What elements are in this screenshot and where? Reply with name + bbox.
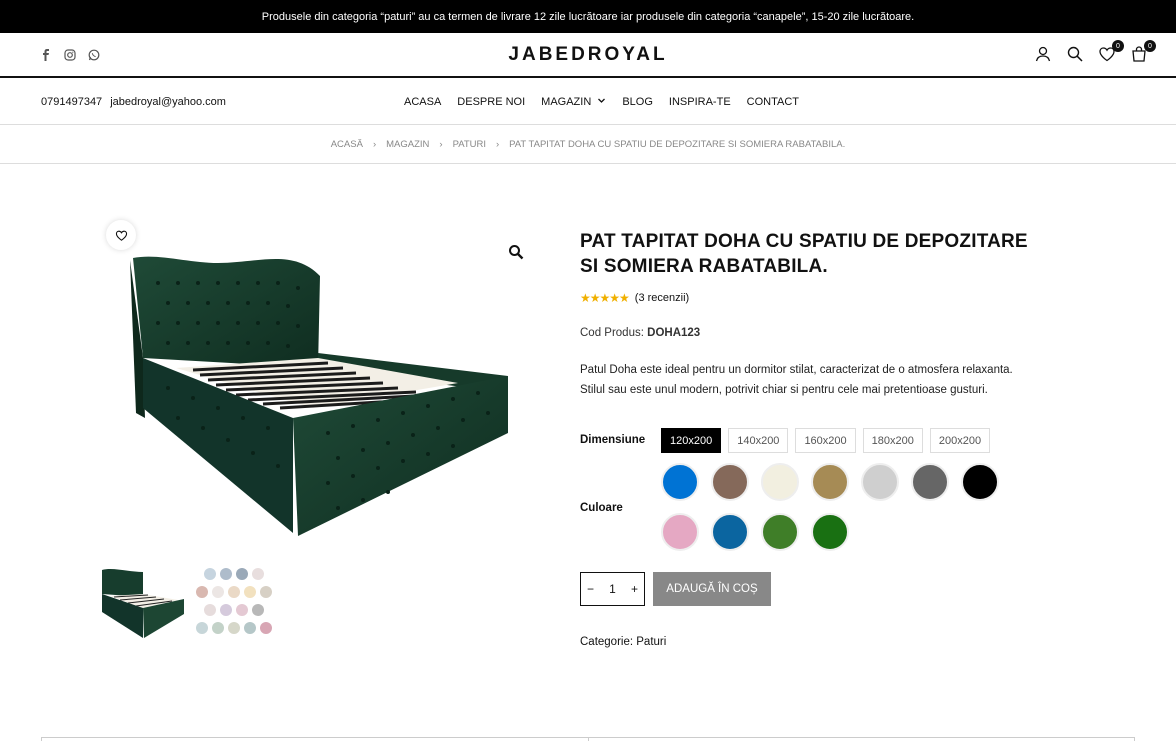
- size-option[interactable]: 120x200: [661, 428, 722, 453]
- size-option[interactable]: 160x200: [795, 428, 856, 453]
- increase-quantity-button[interactable]: +: [631, 582, 638, 596]
- breadcrumb-category[interactable]: PATURI: [453, 139, 486, 150]
- color-swatch[interactable]: [661, 513, 699, 551]
- color-swatch[interactable]: [761, 513, 799, 551]
- site-logo[interactable]: JABEDROYAL: [0, 44, 1176, 66]
- color-options: [661, 463, 1011, 551]
- chevron-right-icon: ›: [496, 138, 500, 150]
- cart-count-badge: 0: [1144, 40, 1156, 52]
- sku-label: Cod Produs:: [580, 327, 644, 340]
- color-swatch[interactable]: [711, 513, 749, 551]
- breadcrumb-current: PAT TAPITAT DOHA CU SPATIU DE DEPOZITARE…: [509, 138, 846, 150]
- product-description: Patul Doha este ideal pentru un dormitor…: [580, 364, 1013, 396]
- sku-value: DOHA123: [647, 327, 701, 340]
- color-swatch[interactable]: [961, 463, 999, 501]
- quantity-value[interactable]: 1: [609, 582, 616, 596]
- product-rating: ★★★★★ (3 recenzii): [580, 291, 1040, 305]
- color-swatch[interactable]: [811, 513, 849, 551]
- menu-item-about[interactable]: DESPRE NOI: [457, 96, 525, 108]
- size-option[interactable]: 140x200: [728, 428, 789, 453]
- chevron-right-icon: ›: [372, 138, 377, 150]
- breadcrumb: ACASĂ › MAGAZIN › PATURI › PAT TAPITAT D…: [0, 125, 1176, 164]
- wishlist-icon[interactable]: 0: [1098, 40, 1124, 63]
- reviews-link[interactable]: (3 recenzii): [635, 292, 689, 304]
- add-to-cart-row: − 1 + ADAUGĂ ÎN COȘ: [580, 572, 771, 606]
- menu-item-home[interactable]: ACASA: [404, 96, 441, 108]
- category-link[interactable]: Paturi: [636, 636, 666, 648]
- color-swatch[interactable]: [711, 463, 749, 501]
- email-link[interactable]: jabedroyal@yahoo.com: [110, 96, 226, 108]
- menu-item-blog[interactable]: BLOG: [622, 96, 653, 108]
- product-main-image[interactable]: [98, 218, 538, 548]
- size-option[interactable]: 200x200: [929, 428, 991, 453]
- color-swatch[interactable]: [811, 463, 849, 501]
- main-nav: 0791497347 jabedroyal@yahoo.com ACASA DE…: [0, 80, 1176, 125]
- header-icons: 0 0: [1034, 40, 1156, 63]
- quantity-stepper: − 1 +: [580, 572, 645, 606]
- menu: ACASA DESPRE NOI MAGAZIN BLOG INSPIRA-TE…: [404, 96, 799, 108]
- announcement-bar: Produsele din categoria “paturi” au ca t…: [0, 0, 1176, 33]
- contact-info: 0791497347 jabedroyal@yahoo.com: [41, 96, 226, 108]
- thumbnail-bed[interactable]: [98, 562, 184, 640]
- wishlist-count-badge: 0: [1112, 40, 1124, 52]
- color-label: Culoare: [580, 502, 623, 514]
- size-options: 120x200 140x200 160x200 180x200 200x200: [661, 428, 991, 453]
- zoom-icon[interactable]: [508, 244, 524, 260]
- product-tabs: [41, 737, 1135, 741]
- color-swatch[interactable]: [911, 463, 949, 501]
- cart-icon[interactable]: 0: [1130, 40, 1156, 63]
- breadcrumb-shop[interactable]: MAGAZIN: [386, 139, 429, 150]
- product-title: PAT TAPITAT DOHA CU SPATIU DE DEPOZITARE…: [580, 231, 1028, 277]
- search-icon[interactable]: [1066, 45, 1084, 63]
- chevron-down-icon: [598, 98, 606, 103]
- add-to-wishlist-button[interactable]: [106, 220, 136, 250]
- product-category: Categorie: Paturi: [580, 636, 666, 648]
- menu-item-shop-label: MAGAZIN: [541, 96, 592, 108]
- color-swatch[interactable]: [861, 463, 899, 501]
- chevron-right-icon: ›: [439, 138, 443, 150]
- category-label: Categorie:: [580, 636, 634, 648]
- size-option[interactable]: 180x200: [862, 428, 923, 453]
- product-info: PAT TAPITAT DOHA CU SPATIU DE DEPOZITARE…: [580, 230, 1040, 400]
- account-icon[interactable]: [1034, 45, 1052, 63]
- menu-item-shop[interactable]: MAGAZIN: [541, 96, 606, 108]
- phone-link[interactable]: 0791497347: [41, 96, 102, 108]
- size-label: Dimensiune: [580, 434, 646, 446]
- color-swatch[interactable]: [661, 463, 699, 501]
- heart-icon: [115, 230, 127, 241]
- breadcrumb-home[interactable]: ACASĂ: [331, 139, 363, 150]
- decrease-quantity-button[interactable]: −: [587, 582, 594, 596]
- menu-item-contact[interactable]: CONTACT: [747, 96, 799, 108]
- add-to-cart-button[interactable]: ADAUGĂ ÎN COȘ: [653, 572, 771, 606]
- thumbnail-color-palette[interactable]: [192, 562, 278, 640]
- product-sku: Cod Produs: DOHA123: [580, 327, 1040, 339]
- color-swatch[interactable]: [761, 463, 799, 501]
- announcement-text: Produsele din categoria “paturi” au ca t…: [261, 10, 915, 23]
- site-header: JABEDROYAL 0 0: [0, 33, 1176, 78]
- thumbnail-strip: [98, 562, 278, 640]
- star-rating-icon: ★★★★★: [580, 291, 630, 306]
- menu-item-inspire[interactable]: INSPIRA-TE: [669, 96, 731, 108]
